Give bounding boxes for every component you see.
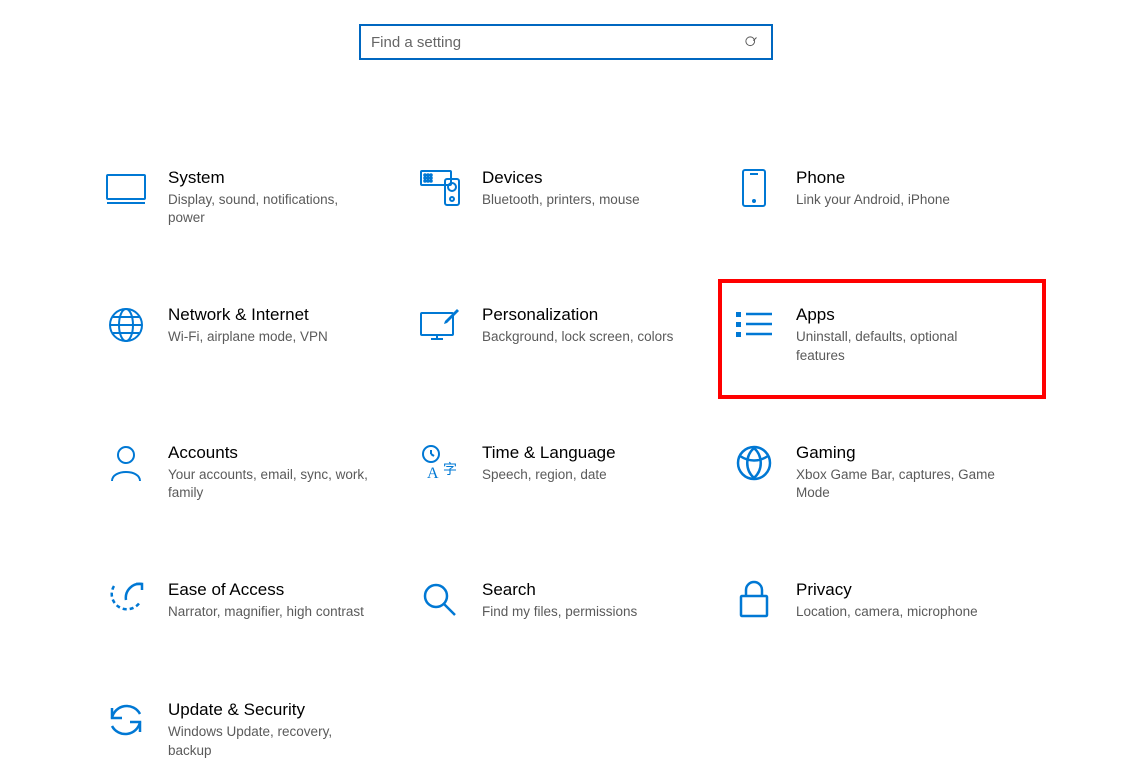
tile-desc: Location, camera, microphone (796, 603, 978, 621)
tile-time-language[interactable]: A 字 Time & Language Speech, region, date (414, 435, 728, 508)
tile-network[interactable]: Network & Internet Wi-Fi, airplane mode,… (100, 297, 414, 370)
tile-gaming[interactable]: Gaming Xbox Game Bar, captures, Game Mod… (728, 435, 1042, 508)
tile-title: Time & Language (482, 443, 616, 463)
tile-privacy[interactable]: Privacy Location, camera, microphone (728, 572, 1042, 628)
tile-update-security[interactable]: Update & Security Windows Update, recove… (100, 692, 414, 765)
system-icon (104, 166, 148, 210)
devices-icon (418, 166, 462, 210)
svg-text:字: 字 (443, 462, 457, 478)
tile-desc: Display, sound, notifications, power (168, 191, 378, 227)
tile-title: Apps (796, 305, 1006, 325)
settings-grid: System Display, sound, notifications, po… (0, 160, 1132, 766)
phone-icon (732, 166, 776, 210)
tile-title: Ease of Access (168, 580, 364, 600)
tile-desc: Your accounts, email, sync, work, family (168, 466, 378, 502)
tile-desc: Find my files, permissions (482, 603, 637, 621)
magnifier-icon (418, 578, 462, 622)
lock-icon (732, 578, 776, 622)
tile-desc: Bluetooth, printers, mouse (482, 191, 640, 209)
tile-system[interactable]: System Display, sound, notifications, po… (100, 160, 414, 233)
accounts-icon (104, 441, 148, 485)
gaming-icon (732, 441, 776, 485)
tile-desc: Xbox Game Bar, captures, Game Mode (796, 466, 1006, 502)
tile-title: Personalization (482, 305, 673, 325)
svg-text:A: A (427, 465, 439, 482)
tile-title: Phone (796, 168, 950, 188)
apps-icon (732, 303, 776, 347)
tile-apps[interactable]: Apps Uninstall, defaults, optional featu… (718, 279, 1046, 398)
tile-title: Gaming (796, 443, 1006, 463)
search-bar-container (0, 24, 1132, 60)
update-icon (104, 698, 148, 742)
search-box[interactable] (359, 24, 773, 60)
tile-title: Search (482, 580, 637, 600)
tile-title: Update & Security (168, 700, 378, 720)
tile-desc: Windows Update, recovery, backup (168, 723, 378, 759)
tile-phone[interactable]: Phone Link your Android, iPhone (728, 160, 1042, 233)
time-language-icon: A 字 (418, 441, 462, 485)
tile-devices[interactable]: Devices Bluetooth, printers, mouse (414, 160, 728, 233)
personalization-icon (418, 303, 462, 347)
globe-icon (104, 303, 148, 347)
tile-title: Devices (482, 168, 640, 188)
tile-title: Accounts (168, 443, 378, 463)
tile-title: Network & Internet (168, 305, 328, 325)
search-input[interactable] (371, 34, 741, 51)
tile-desc: Uninstall, defaults, optional features (796, 328, 1006, 364)
tile-title: System (168, 168, 378, 188)
tile-desc: Link your Android, iPhone (796, 191, 950, 209)
tile-ease-of-access[interactable]: Ease of Access Narrator, magnifier, high… (100, 572, 414, 628)
tile-desc: Speech, region, date (482, 466, 616, 484)
tile-search[interactable]: Search Find my files, permissions (414, 572, 728, 628)
tile-accounts[interactable]: Accounts Your accounts, email, sync, wor… (100, 435, 414, 508)
ease-of-access-icon (104, 578, 148, 622)
search-icon (741, 35, 761, 50)
tile-desc: Background, lock screen, colors (482, 328, 673, 346)
tile-personalization[interactable]: Personalization Background, lock screen,… (414, 297, 728, 370)
tile-title: Privacy (796, 580, 978, 600)
tile-desc: Narrator, magnifier, high contrast (168, 603, 364, 621)
tile-desc: Wi-Fi, airplane mode, VPN (168, 328, 328, 346)
